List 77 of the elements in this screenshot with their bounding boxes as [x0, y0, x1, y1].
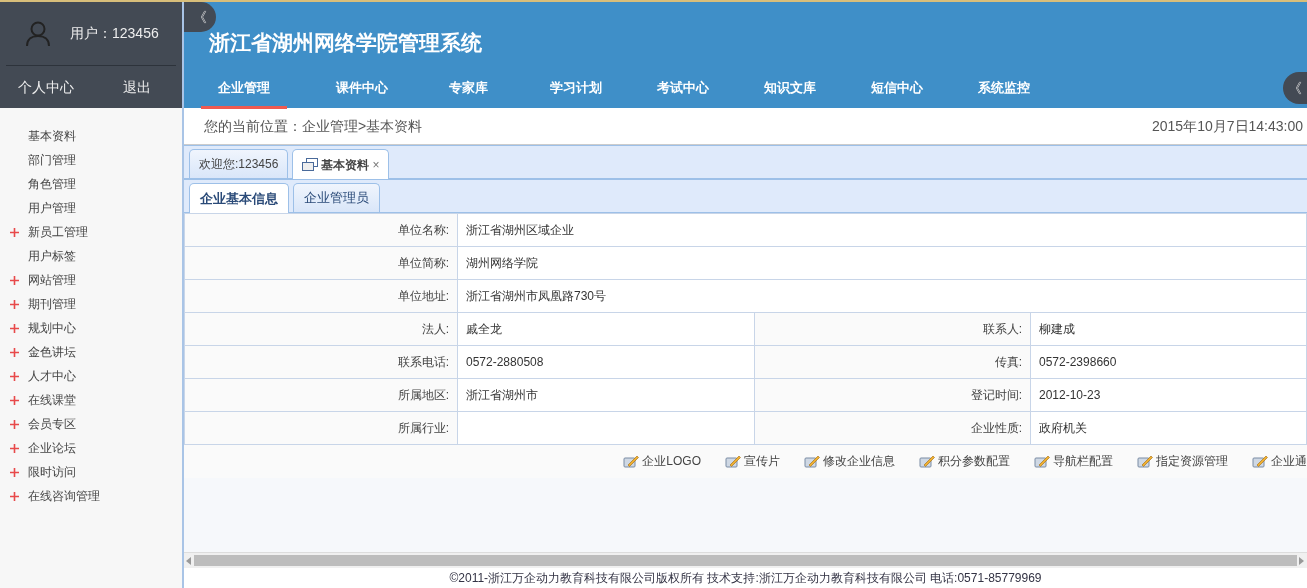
nav-tab[interactable]: 学习计划 [522, 70, 629, 109]
menu-item[interactable]: 规划中心 [28, 319, 76, 337]
horizontal-scrollbar[interactable] [184, 552, 1307, 568]
field-value: 2012-10-23 [1030, 378, 1307, 411]
edit-icon [1034, 454, 1050, 468]
user-icon [26, 20, 50, 47]
field-value: 0572-2398660 [1030, 345, 1307, 378]
field-value: 浙江省湖州区域企业 [457, 213, 1307, 246]
field-value: 0572-2880508 [457, 345, 755, 378]
menu-item[interactable]: 人才中心 [28, 367, 76, 385]
edit-icon [623, 454, 640, 468]
field-label: 传真: [754, 345, 1031, 378]
nav-tab[interactable]: 专家库 [415, 70, 522, 109]
field-value: 柳建成 [1030, 312, 1307, 345]
close-button[interactable]: × [372, 155, 380, 174]
edit-icon [725, 454, 741, 468]
window-icon [302, 158, 319, 171]
action-link[interactable]: 企业LOGO [623, 452, 701, 470]
action-link[interactable]: 积分参数配置 [919, 452, 1010, 470]
edit-icon [919, 454, 935, 468]
nav-tab[interactable]: 知识文库 [736, 70, 843, 109]
menu-item[interactable]: 网站管理 [28, 271, 76, 289]
menu-item[interactable]: 用户管理 [28, 199, 76, 217]
menu-item[interactable]: 基本资料 [28, 127, 76, 145]
edit-icon [804, 454, 820, 468]
collapse-button[interactable]: 《 [184, 2, 216, 32]
menu-item[interactable]: 企业论坛 [28, 439, 76, 457]
action-link[interactable]: 企业通 [1252, 452, 1307, 470]
field-value: 戚全龙 [457, 312, 755, 345]
nav-tab[interactable]: 考试中心 [629, 70, 736, 109]
menu-item[interactable]: 期刊管理 [28, 295, 76, 313]
field-label: 单位简称: [184, 246, 458, 279]
action-link[interactable]: 指定资源管理 [1137, 452, 1228, 470]
nav-tab[interactable]: 课件中心 [308, 70, 415, 109]
page-tab[interactable]: 欢迎您:123456 [189, 149, 289, 178]
field-label: 法人: [184, 312, 458, 345]
edit-icon [1252, 454, 1268, 468]
field-value: 湖州网络学院 [457, 246, 1307, 279]
expand-button[interactable]: 《 [1283, 72, 1307, 104]
nav-tab[interactable]: 短信中心 [843, 70, 950, 109]
field-label: 登记时间: [754, 378, 1031, 411]
action-link[interactable]: 导航栏配置 [1034, 452, 1113, 470]
menu-item[interactable]: 在线课堂 [28, 391, 76, 409]
nav-tab[interactable]: 企业管理 [201, 70, 287, 109]
nav-tab[interactable]: 系统监控 [950, 70, 1057, 109]
menu-item[interactable]: 在线咨询管理 [28, 487, 100, 505]
menu-item[interactable]: 部门管理 [28, 151, 76, 169]
menu-item[interactable]: 新员工管理 [28, 223, 88, 241]
page-tab[interactable]: 基本资料 × [292, 149, 390, 179]
scroll-left-icon[interactable] [186, 556, 192, 565]
menu-item[interactable]: 限时访问 [28, 463, 76, 481]
field-label: 单位名称: [184, 213, 458, 246]
field-value: 政府机关 [1030, 411, 1307, 444]
edit-icon [1137, 454, 1153, 468]
user-label: 用户：123456 [70, 24, 159, 43]
scroll-right-icon[interactable] [1299, 556, 1305, 565]
sidebar-link[interactable]: 个人中心 [0, 76, 91, 98]
field-value: 浙江省湖州市 [457, 378, 755, 411]
breadcrumb: 您的当前位置：企业管理>基本资料 [204, 116, 423, 136]
action-link[interactable]: 宣传片 [725, 452, 780, 470]
field-label: 所属地区: [184, 378, 458, 411]
app-title: 浙江省湖州网络学院管理系统 [209, 30, 482, 56]
menu-item[interactable]: 会员专区 [28, 415, 76, 433]
menu-item[interactable]: 用户标签 [28, 247, 76, 265]
field-label: 单位地址: [184, 279, 458, 312]
datetime: 2015年10月7日14:43:00 [1152, 116, 1303, 136]
action-link[interactable]: 修改企业信息 [804, 452, 895, 470]
field-label: 联系人: [754, 312, 1031, 345]
sidebar-link[interactable]: 退出 [91, 76, 182, 98]
field-label: 联系电话: [184, 345, 458, 378]
menu-item[interactable]: 角色管理 [28, 175, 76, 193]
sub-tab[interactable]: 企业管理员 [293, 183, 380, 212]
field-value: 浙江省湖州市凤凰路730号 [457, 279, 1307, 312]
field-label: 企业性质: [754, 411, 1031, 444]
field-label: 所属行业: [184, 411, 458, 444]
sub-tab[interactable]: 企业基本信息 [189, 183, 289, 213]
menu-item[interactable]: 金色讲坛 [28, 343, 76, 361]
